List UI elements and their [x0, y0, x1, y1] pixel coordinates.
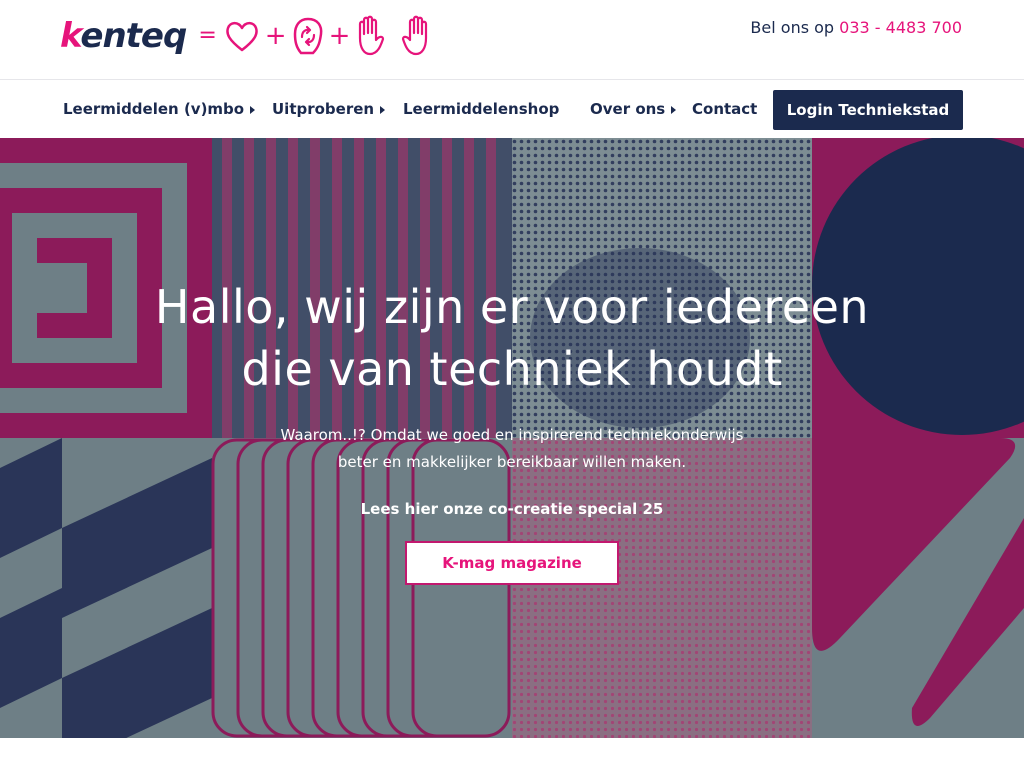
kenteq-logo[interactable]: kenteq = + +	[60, 14, 432, 58]
kmag-magazine-button[interactable]: K-mag magazine	[405, 541, 619, 585]
head-icon	[293, 17, 322, 55]
phone-contact: Bel ons op 033 - 4483 700	[750, 18, 962, 37]
caret-right-icon	[380, 105, 386, 114]
hero-title: Hallo, wij zijn er voor iedereen die van…	[112, 276, 912, 400]
hero-subtitle-line1: Waarom..!? Omdat we goed en inspirerend …	[280, 426, 744, 444]
logo-wordmark: kenteq	[60, 16, 187, 56]
heart-icon	[226, 21, 258, 52]
caret-right-icon	[671, 105, 677, 114]
nav-item-contact[interactable]: Contact	[692, 100, 757, 118]
hero-subtitle: Waarom..!? Omdat we goed en inspirerend …	[262, 422, 762, 476]
hands-icon	[359, 15, 428, 56]
phone-number-link[interactable]: 033 - 4483 700	[839, 18, 962, 37]
hero-title-line2: die van techniek houdt	[241, 342, 783, 396]
hero-banner: Hallo, wij zijn er voor iedereen die van…	[0, 138, 1024, 738]
nav-item-uitproberen[interactable]: Uitproberen	[272, 100, 386, 118]
logo-equals: =	[198, 23, 217, 48]
login-techniekstad-button[interactable]: Login Techniekstad	[773, 90, 963, 130]
special-link[interactable]: Lees hier onze co-creatie special 25	[312, 500, 712, 518]
nav-item-leermiddelenshop[interactable]: Leermiddelenshop	[403, 100, 559, 118]
top-header: kenteq = + + Bel ons op 033 - 4483 700	[0, 0, 1024, 80]
main-nav: Leermiddelen (v)mbo Uitproberen Leermidd…	[0, 81, 1024, 138]
hero-subtitle-line2: beter en makkelijker bereikbaar willen m…	[337, 453, 687, 471]
nav-item-leermiddelen[interactable]: Leermiddelen (v)mbo	[63, 100, 256, 118]
phone-label: Bel ons op	[750, 18, 835, 37]
logo-plus-2: +	[328, 21, 351, 51]
logo-plus-1: +	[264, 21, 287, 51]
hero-content: Hallo, wij zijn er voor iedereen die van…	[0, 138, 1024, 738]
caret-right-icon	[250, 105, 256, 114]
page-below-hero	[0, 738, 1024, 768]
nav-item-over-ons[interactable]: Over ons	[590, 100, 677, 118]
logo-icons: + +	[223, 14, 433, 58]
hero-title-line1: Hallo, wij zijn er voor iedereen	[154, 280, 870, 334]
